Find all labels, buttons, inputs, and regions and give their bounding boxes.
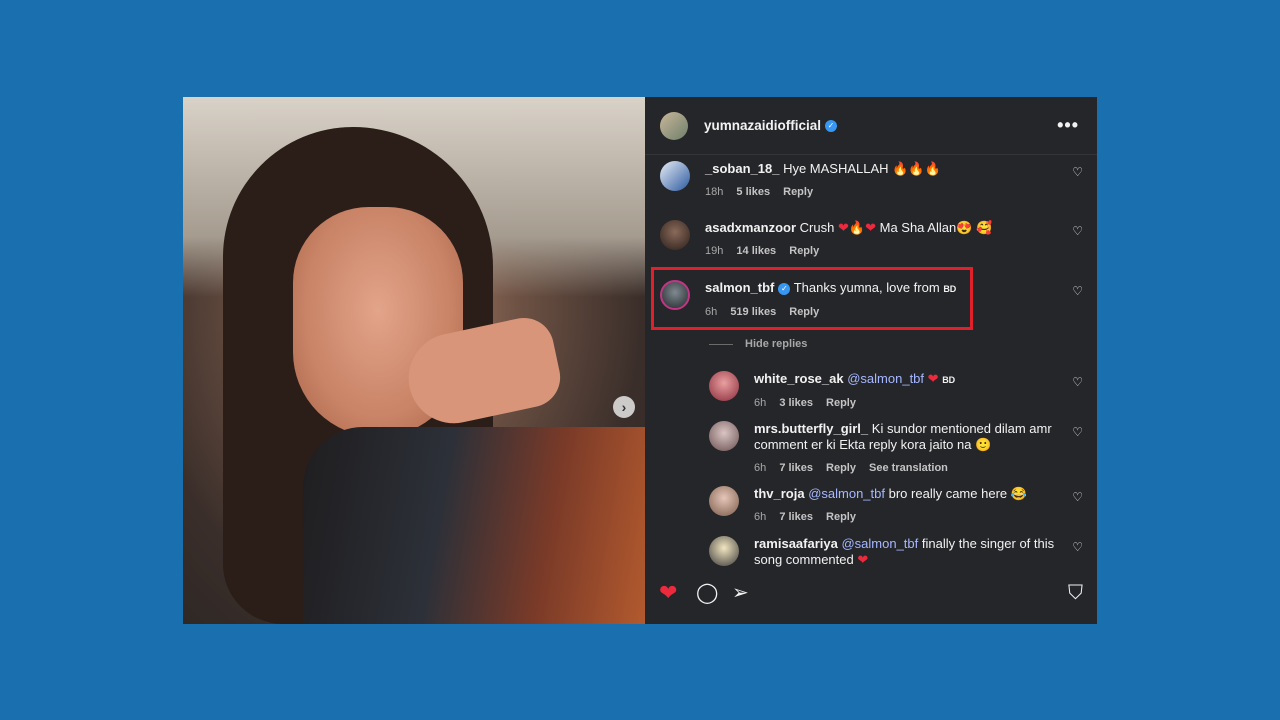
verified-icon: ✓ xyxy=(825,119,838,132)
fire-emoji: 🔥🔥🔥 xyxy=(892,161,941,176)
reply-button[interactable]: Reply xyxy=(826,462,856,474)
commenter-avatar[interactable] xyxy=(660,161,690,191)
share-icon[interactable]: ➢ xyxy=(732,582,749,604)
like-reply-icon[interactable]: ♡ xyxy=(1072,375,1083,389)
reply-button[interactable]: Reply xyxy=(826,397,856,409)
like-reply-icon[interactable]: ♡ xyxy=(1072,490,1083,504)
reply-likes[interactable]: 7 likes xyxy=(779,462,813,474)
comment-likes[interactable]: 5 likes xyxy=(736,186,770,198)
reply-likes[interactable]: 7 likes xyxy=(779,511,813,523)
save-icon[interactable]: ⛉ xyxy=(1068,582,1083,604)
like-comment-icon[interactable]: ♡ xyxy=(1072,284,1083,298)
reply-button[interactable]: Reply xyxy=(789,245,819,257)
flag-emoji: BD xyxy=(942,375,956,385)
reply-meta: 6h 7 likes Reply See translation xyxy=(754,460,1059,476)
like-comment-icon[interactable]: ♡ xyxy=(1072,224,1083,238)
reply-button[interactable]: Reply xyxy=(783,186,813,198)
reply-username[interactable]: mrs.butterfly_girl_ xyxy=(754,421,868,436)
reply-button[interactable]: Reply xyxy=(826,511,856,523)
comment-body: _soban_18_ Hye MASHALLAH 🔥🔥🔥 18h 5 likes… xyxy=(705,161,1050,200)
like-post-icon[interactable]: ❤ xyxy=(659,582,677,604)
comment-text: Hye MASHALLAH xyxy=(783,161,889,176)
comment-icon[interactable]: ◯ xyxy=(696,582,718,604)
like-reply-icon[interactable]: ♡ xyxy=(1072,540,1083,554)
see-translation-link[interactable]: See translation xyxy=(869,462,948,474)
mention-link[interactable]: @salmon_tbf xyxy=(847,371,924,386)
laugh-emoji: 😂 xyxy=(1010,486,1027,501)
reply-time: 6h xyxy=(754,511,767,523)
comment-meta: 18h 5 likes Reply xyxy=(705,184,1050,200)
comment-body: asadxmanzoor Crush ❤🔥❤ Ma Sha Allan😍 🥰 1… xyxy=(705,220,1050,259)
comment-username[interactable]: _soban_18_ xyxy=(705,161,779,176)
highlight-box xyxy=(651,267,973,330)
comment-username[interactable]: asadxmanzoor xyxy=(705,220,796,235)
heart-emoji: ❤ xyxy=(927,371,939,386)
replier-avatar[interactable] xyxy=(709,486,739,516)
reply-time: 6h xyxy=(754,397,767,409)
heart-emoji: ❤ xyxy=(865,220,876,235)
post-card: › yumnazaidiofficial ✓ ••• _soban_18_ Hy… xyxy=(183,97,1097,624)
reply-text: bro really came here xyxy=(888,486,1008,501)
comments-panel: yumnazaidiofficial ✓ ••• _soban_18_ Hye … xyxy=(645,97,1097,624)
reply-body: white_rose_ak @salmon_tbf ❤ BD 6h 3 like… xyxy=(754,371,1059,411)
replier-avatar[interactable] xyxy=(709,371,739,401)
comment-meta: 19h 14 likes Reply xyxy=(705,243,1050,259)
divider xyxy=(709,343,733,345)
more-options-icon[interactable]: ••• xyxy=(1057,115,1079,136)
replier-avatar[interactable] xyxy=(709,421,739,451)
post-header: yumnazaidiofficial ✓ ••• xyxy=(645,97,1097,155)
heart-emoji: ❤ xyxy=(837,220,849,235)
comment-text: Crush xyxy=(799,220,835,235)
hide-replies-label: Hide replies xyxy=(745,338,808,350)
reply-meta: 6h 3 likes Reply xyxy=(754,395,1059,411)
reply-username[interactable]: white_rose_ak xyxy=(754,371,844,386)
like-reply-icon[interactable]: ♡ xyxy=(1072,425,1083,439)
commenter-avatar[interactable] xyxy=(660,220,690,250)
like-comment-icon[interactable]: ♡ xyxy=(1072,165,1083,179)
author-avatar[interactable] xyxy=(660,111,688,140)
reply-likes[interactable]: 3 likes xyxy=(779,397,813,409)
post-photo[interactable]: › xyxy=(183,97,645,624)
reply-meta: 6h 7 likes Reply xyxy=(754,509,1059,525)
next-image-icon[interactable]: › xyxy=(613,396,635,418)
reply-body: mrs.butterfly_girl_ Ki sundor mentioned … xyxy=(754,421,1059,476)
action-bar: ❤ ◯ ➢ ⛉ xyxy=(645,570,1097,624)
reply-body: ramisaafariya @salmon_tbf finally the si… xyxy=(754,536,1059,568)
comment-likes[interactable]: 14 likes xyxy=(736,245,776,257)
comment-time: 18h xyxy=(705,186,724,198)
fire-emoji: 🔥 xyxy=(848,220,866,235)
mention-link[interactable]: @salmon_tbf xyxy=(841,536,918,551)
reply-username[interactable]: ramisaafariya xyxy=(754,536,838,551)
author-username[interactable]: yumnazaidiofficial xyxy=(704,118,821,133)
replier-avatar[interactable] xyxy=(709,536,739,566)
reply-time: 6h xyxy=(754,462,767,474)
reply-username[interactable]: thv_roja xyxy=(754,486,805,501)
mention-link[interactable]: @salmon_tbf xyxy=(808,486,885,501)
hide-replies-button[interactable]: Hide replies xyxy=(709,338,807,350)
reply-body: thv_roja @salmon_tbf bro really came her… xyxy=(754,486,1059,525)
comment-text: Ma Sha Allan xyxy=(879,220,957,235)
face-emoji: 😍 🥰 xyxy=(956,220,993,235)
photo-dress xyxy=(303,427,645,624)
smile-emoji: 🙂 xyxy=(975,437,992,452)
comment-time: 19h xyxy=(705,245,724,257)
heart-emoji: ❤ xyxy=(857,552,869,567)
